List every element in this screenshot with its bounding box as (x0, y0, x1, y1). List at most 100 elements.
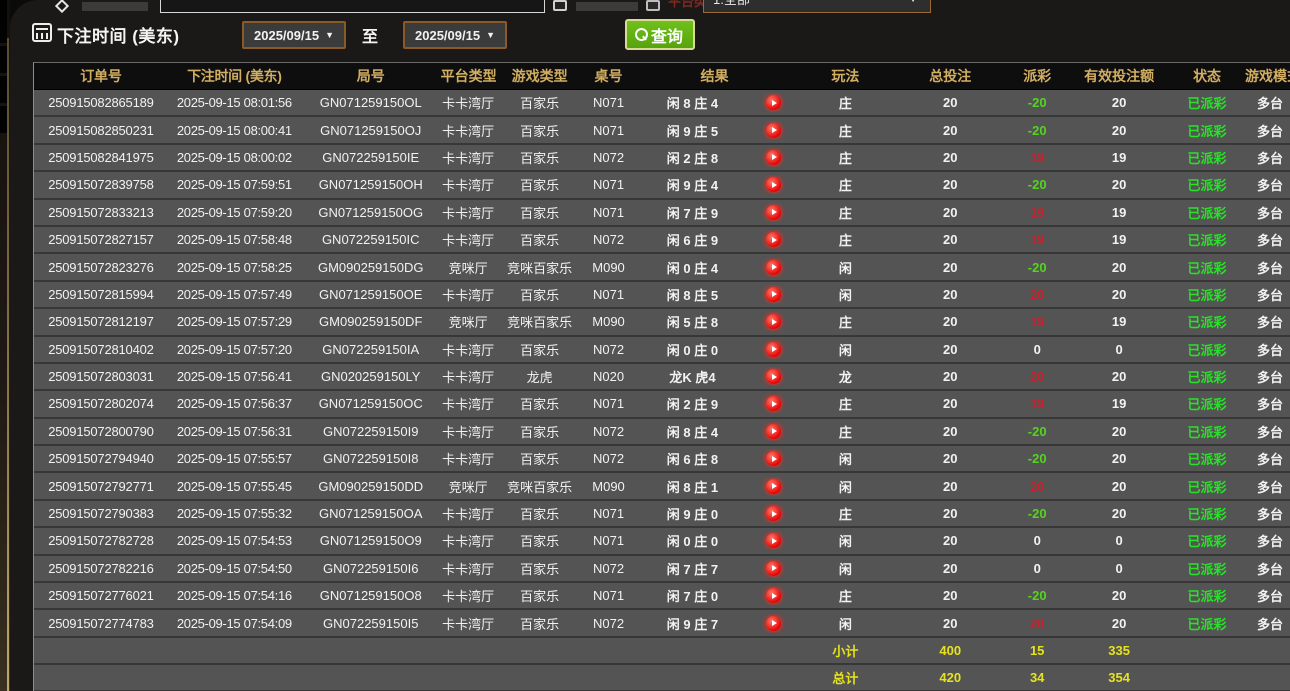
cell-result: 闲 7 庄 0 (634, 586, 796, 605)
replay-video-icon[interactable] (765, 396, 781, 412)
header-platform: 平台类型 (440, 68, 496, 84)
cell-play: 闲 (838, 287, 852, 303)
cell-table-no: M090 (592, 259, 625, 275)
cut-label-fragment (82, 2, 148, 11)
cell-game-type: 百家乐 (520, 397, 560, 413)
table-row: 250915072782216 2025-09-15 07:54:50 GN0722… (34, 555, 1290, 584)
cell-payout: -20 (1027, 259, 1047, 275)
cell-platform: 卡卡湾厅 (442, 507, 495, 523)
platform-type-dropdown[interactable]: 1.全部 ▼ (703, 0, 931, 13)
cell-order-id: 250915072782216 (48, 560, 154, 576)
replay-video-icon[interactable] (765, 478, 781, 494)
chevron-down-icon: ▼ (325, 30, 334, 40)
cell-mode: 多台 (1257, 397, 1284, 413)
cell-play: 庄 (838, 315, 852, 331)
replay-video-icon[interactable] (765, 259, 781, 275)
cell-order-id: 250915072810402 (48, 341, 154, 357)
cell-game-type: 百家乐 (520, 534, 560, 550)
replay-video-icon[interactable] (765, 232, 781, 248)
panel-edge-line (7, 38, 9, 691)
cell-play: 闲 (838, 260, 852, 276)
replay-video-icon[interactable] (765, 286, 781, 302)
replay-video-icon[interactable] (765, 533, 781, 549)
cell-valid-bet: 19 (1111, 204, 1127, 220)
cell-order-id: 250915072833213 (48, 204, 154, 220)
betting-records-page: 平台类型 1.全部 ▼ 下注时间 (美东) 2025/09/15 ▼ 至 202… (0, 0, 1290, 691)
cell-play: 闲 (838, 342, 852, 358)
replay-video-icon[interactable] (765, 122, 781, 138)
cell-game-type: 竞咪百家乐 (507, 479, 573, 495)
cell-round-id: GN071259150OJ (320, 122, 422, 138)
cell-payout: -20 (1027, 588, 1047, 604)
replay-video-icon[interactable] (765, 451, 781, 467)
date-from-select[interactable]: 2025/09/15 ▼ (242, 21, 346, 49)
cell-mode: 多台 (1257, 534, 1284, 550)
cell-status: 已派彩 (1187, 589, 1227, 605)
member-search-input[interactable] (160, 0, 545, 13)
chevron-down-icon: ▼ (908, 0, 918, 12)
cell-total-bet: 20 (943, 478, 958, 494)
replay-video-icon[interactable] (765, 95, 781, 111)
cell-payout: 19 (1029, 314, 1045, 330)
cell-play: 闲 (838, 452, 852, 468)
cell-mode: 多台 (1257, 342, 1284, 358)
result-text: 闲 7 庄 7 (666, 561, 719, 577)
cell-mode: 多台 (1257, 260, 1284, 276)
cell-mode: 多台 (1257, 150, 1284, 166)
cell-order-id: 250915072790383 (48, 506, 154, 522)
query-button[interactable]: 查询 (625, 19, 696, 50)
cell-valid-bet: 0 (1115, 533, 1123, 549)
cell-round-id: GM090259150DD (318, 478, 424, 494)
cell-game-type: 百家乐 (520, 342, 560, 358)
cell-order-id: 250915072776021 (48, 588, 154, 604)
cell-bet-time: 2025-09-15 07:57:29 (176, 314, 292, 330)
records-panel: 平台类型 1.全部 ▼ 下注时间 (美东) 2025/09/15 ▼ 至 202… (10, 0, 1290, 691)
cell-mode: 多台 (1257, 123, 1284, 139)
result-text: 闲 0 庄 0 (666, 534, 719, 550)
cell-payout: 19 (1029, 149, 1045, 165)
cell-game-type: 竞咪百家乐 (507, 315, 573, 331)
cell-table-no: M090 (592, 478, 625, 494)
replay-video-icon[interactable] (765, 615, 781, 631)
cell-play: 庄 (838, 205, 852, 221)
cell-platform: 卡卡湾厅 (442, 342, 495, 358)
cell-order-id: 250915072803031 (48, 369, 154, 385)
cell-total-bet: 20 (943, 204, 958, 220)
replay-video-icon[interactable] (765, 177, 781, 193)
replay-video-icon[interactable] (765, 314, 781, 330)
cell-play: 庄 (838, 424, 852, 440)
replay-video-icon[interactable] (765, 341, 781, 357)
replay-video-icon[interactable] (765, 560, 781, 576)
cell-table-no: N071 (593, 533, 625, 549)
cell-payout: 0 (1033, 341, 1041, 357)
table-row: 250915072803031 2025-09-15 07:56:41 GN0202… (34, 363, 1290, 392)
cell-order-id: 250915072839758 (48, 177, 154, 193)
date-to-select[interactable]: 2025/09/15 ▼ (403, 21, 507, 49)
replay-video-icon[interactable] (765, 149, 781, 165)
result-text: 闲 8 庄 4 (666, 424, 719, 440)
cell-bet-time: 2025-09-15 07:57:20 (176, 341, 292, 357)
header-round-id: 局号 (356, 68, 385, 84)
cell-valid-bet: 19 (1111, 232, 1127, 248)
result-text: 闲 5 庄 8 (666, 315, 719, 331)
cell-payout: 20 (1029, 286, 1045, 302)
cell-table-no: N020 (593, 369, 625, 385)
date-to-value: 2025/09/15 (415, 27, 481, 43)
replay-video-icon[interactable] (765, 369, 781, 385)
cell-status: 已派彩 (1187, 96, 1227, 112)
cell-bet-time: 2025-09-15 08:00:02 (176, 149, 292, 165)
cell-total-bet: 20 (943, 615, 958, 631)
cell-mode: 多台 (1257, 424, 1284, 440)
replay-video-icon[interactable] (765, 204, 781, 220)
replay-video-icon[interactable] (765, 506, 781, 522)
cell-payout: -20 (1027, 95, 1047, 111)
cell-status: 已派彩 (1187, 260, 1227, 276)
cell-bet-time: 2025-09-15 07:56:41 (176, 369, 292, 385)
replay-video-icon[interactable] (765, 423, 781, 439)
cell-game-type: 百家乐 (520, 507, 560, 523)
cell-game-type: 百家乐 (520, 123, 560, 139)
cell-table-no: N072 (593, 149, 625, 165)
replay-video-icon[interactable] (765, 588, 781, 604)
cell-game-type: 百家乐 (520, 287, 560, 303)
cell-play: 庄 (838, 178, 852, 194)
